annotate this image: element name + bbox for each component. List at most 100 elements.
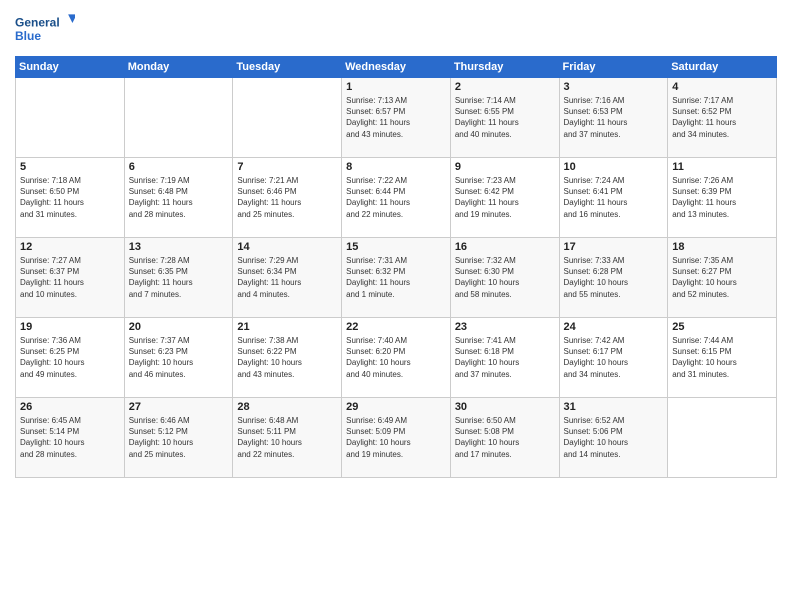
cell-content: Sunrise: 6:49 AM Sunset: 5:09 PM Dayligh…: [346, 415, 446, 460]
cell-content: Sunrise: 7:16 AM Sunset: 6:53 PM Dayligh…: [564, 95, 664, 140]
calendar-cell: 25 Sunrise: 7:44 AM Sunset: 6:15 PM Dayli…: [668, 318, 777, 398]
cell-content: Sunrise: 7:23 AM Sunset: 6:42 PM Dayligh…: [455, 175, 555, 220]
day-number: 24: [564, 321, 664, 333]
cell-content: Sunrise: 7:22 AM Sunset: 6:44 PM Dayligh…: [346, 175, 446, 220]
cell-content: Sunrise: 7:17 AM Sunset: 6:52 PM Dayligh…: [672, 95, 772, 140]
day-number: 30: [455, 401, 555, 413]
day-number: 14: [237, 241, 337, 253]
calendar-cell: 15Sunrise: 7:31 AM Sunset: 6:32 PM Dayli…: [342, 238, 451, 318]
cell-content: Sunrise: 7:40 AM Sunset: 6:20 PM Dayligh…: [346, 335, 446, 380]
day-header-tuesday: Tuesday: [233, 57, 342, 78]
cell-content: Sunrise: 6:48 AM Sunset: 5:11 PM Dayligh…: [237, 415, 337, 460]
calendar-cell: 30 Sunrise: 6:50 AM Sunset: 5:08 PM Dayli…: [450, 398, 559, 478]
day-header-friday: Friday: [559, 57, 668, 78]
day-number: 15: [346, 241, 446, 253]
calendar-cell: 19 Sunrise: 7:36 AM Sunset: 6:25 PM Dayli…: [16, 318, 125, 398]
calendar-cell: 1Sunrise: 7:13 AM Sunset: 6:57 PM Daylig…: [342, 78, 451, 158]
cell-content: Sunrise: 6:46 AM Sunset: 5:12 PM Dayligh…: [129, 415, 229, 460]
cell-content: Sunrise: 7:14 AM Sunset: 6:55 PM Dayligh…: [455, 95, 555, 140]
cell-content: Sunrise: 7:33 AM Sunset: 6:28 PM Dayligh…: [564, 255, 664, 300]
calendar-cell: 6 Sunrise: 7:19 AM Sunset: 6:48 PM Daylig…: [124, 158, 233, 238]
cell-content: Sunrise: 7:36 AM Sunset: 6:25 PM Dayligh…: [20, 335, 120, 380]
cell-content: Sunrise: 6:50 AM Sunset: 5:08 PM Dayligh…: [455, 415, 555, 460]
calendar-cell: 8Sunrise: 7:22 AM Sunset: 6:44 PM Daylig…: [342, 158, 451, 238]
cell-content: Sunrise: 7:35 AM Sunset: 6:27 PM Dayligh…: [672, 255, 772, 300]
calendar-cell: [16, 78, 125, 158]
calendar-cell: 31 Sunrise: 6:52 AM Sunset: 5:06 PM Dayli…: [559, 398, 668, 478]
calendar-cell: 12Sunrise: 7:27 AM Sunset: 6:37 PM Dayli…: [16, 238, 125, 318]
calendar: SundayMondayTuesdayWednesdayThursdayFrid…: [15, 56, 777, 478]
calendar-cell: 13 Sunrise: 7:28 AM Sunset: 6:35 PM Dayli…: [124, 238, 233, 318]
calendar-cell: 28 Sunrise: 6:48 AM Sunset: 5:11 PM Dayli…: [233, 398, 342, 478]
day-number: 13: [129, 241, 229, 253]
calendar-cell: 21 Sunrise: 7:38 AM Sunset: 6:22 PM Dayli…: [233, 318, 342, 398]
day-number: 17: [564, 241, 664, 253]
logo-svg: General Blue: [15, 10, 75, 48]
calendar-cell: 27 Sunrise: 6:46 AM Sunset: 5:12 PM Dayli…: [124, 398, 233, 478]
week-row-3: 19 Sunrise: 7:36 AM Sunset: 6:25 PM Dayli…: [16, 318, 777, 398]
cell-content: Sunrise: 6:52 AM Sunset: 5:06 PM Dayligh…: [564, 415, 664, 460]
calendar-cell: 2 Sunrise: 7:14 AM Sunset: 6:55 PM Daylig…: [450, 78, 559, 158]
cell-content: Sunrise: 7:32 AM Sunset: 6:30 PM Dayligh…: [455, 255, 555, 300]
cell-content: Sunrise: 6:45 AM Sunset: 5:14 PM Dayligh…: [20, 415, 120, 460]
calendar-cell: 20Sunrise: 7:37 AM Sunset: 6:23 PM Dayli…: [124, 318, 233, 398]
calendar-cell: 10Sunrise: 7:24 AM Sunset: 6:41 PM Dayli…: [559, 158, 668, 238]
week-row-0: 1Sunrise: 7:13 AM Sunset: 6:57 PM Daylig…: [16, 78, 777, 158]
day-number: 28: [237, 401, 337, 413]
cell-content: Sunrise: 7:38 AM Sunset: 6:22 PM Dayligh…: [237, 335, 337, 380]
cell-content: Sunrise: 7:26 AM Sunset: 6:39 PM Dayligh…: [672, 175, 772, 220]
day-header-sunday: Sunday: [16, 57, 125, 78]
day-number: 10: [564, 161, 664, 173]
week-row-1: 5 Sunrise: 7:18 AM Sunset: 6:50 PM Daylig…: [16, 158, 777, 238]
cell-content: Sunrise: 7:27 AM Sunset: 6:37 PM Dayligh…: [20, 255, 120, 300]
day-number: 11: [672, 161, 772, 173]
cell-content: Sunrise: 7:37 AM Sunset: 6:23 PM Dayligh…: [129, 335, 229, 380]
calendar-cell: 17 Sunrise: 7:33 AM Sunset: 6:28 PM Dayli…: [559, 238, 668, 318]
calendar-cell: 16 Sunrise: 7:32 AM Sunset: 6:30 PM Dayli…: [450, 238, 559, 318]
calendar-cell: 4 Sunrise: 7:17 AM Sunset: 6:52 PM Daylig…: [668, 78, 777, 158]
day-number: 31: [564, 401, 664, 413]
cell-content: Sunrise: 7:41 AM Sunset: 6:18 PM Dayligh…: [455, 335, 555, 380]
day-number: 23: [455, 321, 555, 333]
cell-content: Sunrise: 7:44 AM Sunset: 6:15 PM Dayligh…: [672, 335, 772, 380]
cell-content: Sunrise: 7:21 AM Sunset: 6:46 PM Dayligh…: [237, 175, 337, 220]
day-number: 27: [129, 401, 229, 413]
day-number: 21: [237, 321, 337, 333]
calendar-cell: [124, 78, 233, 158]
calendar-cell: 22Sunrise: 7:40 AM Sunset: 6:20 PM Dayli…: [342, 318, 451, 398]
day-header-thursday: Thursday: [450, 57, 559, 78]
day-number: 2: [455, 81, 555, 93]
cell-content: Sunrise: 7:13 AM Sunset: 6:57 PM Dayligh…: [346, 95, 446, 140]
calendar-cell: 29Sunrise: 6:49 AM Sunset: 5:09 PM Dayli…: [342, 398, 451, 478]
week-row-4: 26 Sunrise: 6:45 AM Sunset: 5:14 PM Dayli…: [16, 398, 777, 478]
header: General Blue: [15, 10, 777, 48]
calendar-cell: 24 Sunrise: 7:42 AM Sunset: 6:17 PM Dayli…: [559, 318, 668, 398]
day-header-wednesday: Wednesday: [342, 57, 451, 78]
day-header-monday: Monday: [124, 57, 233, 78]
day-number: 5: [20, 161, 120, 173]
calendar-cell: 7 Sunrise: 7:21 AM Sunset: 6:46 PM Daylig…: [233, 158, 342, 238]
day-number: 7: [237, 161, 337, 173]
day-number: 26: [20, 401, 120, 413]
day-number: 19: [20, 321, 120, 333]
calendar-cell: 26 Sunrise: 6:45 AM Sunset: 5:14 PM Dayli…: [16, 398, 125, 478]
calendar-cell: 11 Sunrise: 7:26 AM Sunset: 6:39 PM Dayli…: [668, 158, 777, 238]
cell-content: Sunrise: 7:19 AM Sunset: 6:48 PM Dayligh…: [129, 175, 229, 220]
calendar-cell: 14Sunrise: 7:29 AM Sunset: 6:34 PM Dayli…: [233, 238, 342, 318]
day-number: 6: [129, 161, 229, 173]
cell-content: Sunrise: 7:28 AM Sunset: 6:35 PM Dayligh…: [129, 255, 229, 300]
header-row: SundayMondayTuesdayWednesdayThursdayFrid…: [16, 57, 777, 78]
calendar-cell: 18Sunrise: 7:35 AM Sunset: 6:27 PM Dayli…: [668, 238, 777, 318]
day-header-saturday: Saturday: [668, 57, 777, 78]
calendar-cell: 3Sunrise: 7:16 AM Sunset: 6:53 PM Daylig…: [559, 78, 668, 158]
cell-content: Sunrise: 7:42 AM Sunset: 6:17 PM Dayligh…: [564, 335, 664, 380]
calendar-cell: [233, 78, 342, 158]
week-row-2: 12Sunrise: 7:27 AM Sunset: 6:37 PM Dayli…: [16, 238, 777, 318]
cell-content: Sunrise: 7:18 AM Sunset: 6:50 PM Dayligh…: [20, 175, 120, 220]
day-number: 16: [455, 241, 555, 253]
svg-text:General: General: [15, 15, 60, 29]
calendar-cell: 23 Sunrise: 7:41 AM Sunset: 6:18 PM Dayli…: [450, 318, 559, 398]
day-number: 4: [672, 81, 772, 93]
day-number: 25: [672, 321, 772, 333]
calendar-cell: 9Sunrise: 7:23 AM Sunset: 6:42 PM Daylig…: [450, 158, 559, 238]
